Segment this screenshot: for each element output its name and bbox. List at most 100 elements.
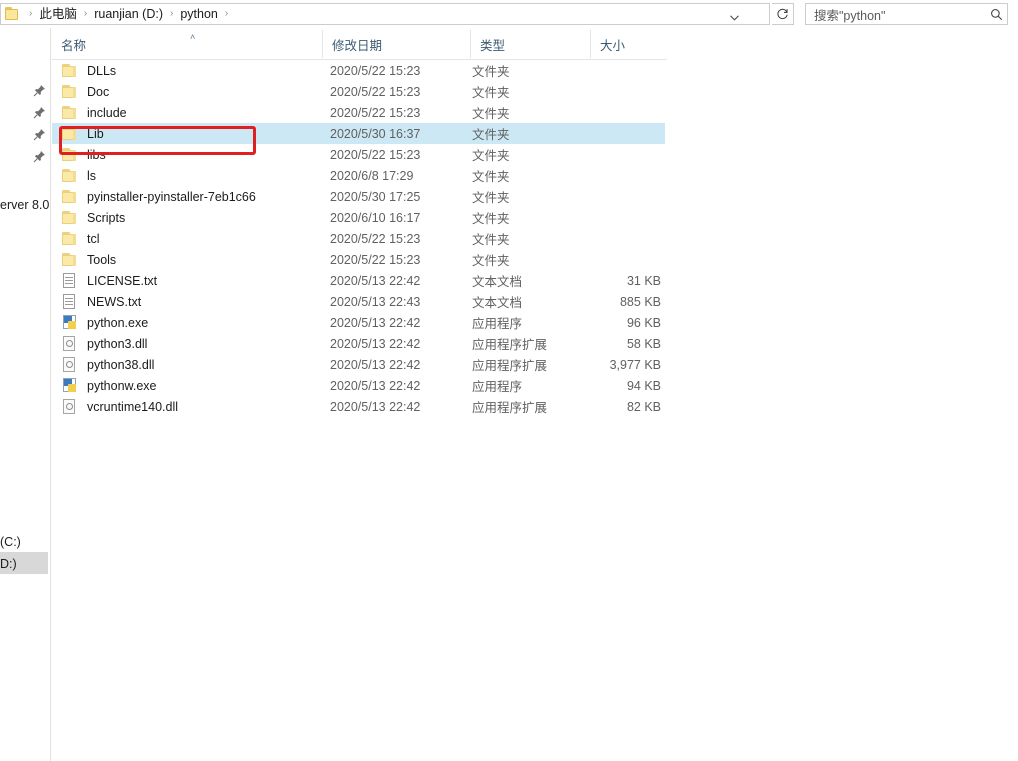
file-name-cell[interactable]: pythonw.exe: [62, 375, 157, 396]
file-type-cell: 文件夹: [472, 103, 510, 122]
file-name-label: pythonw.exe: [87, 379, 157, 393]
file-size-cell: 885 KB: [542, 295, 661, 309]
file-row[interactable]: Scripts 2020/6/10 16:17 文件夹: [52, 207, 665, 228]
file-row[interactable]: tcl2020/5/22 15:23文件夹: [52, 228, 665, 249]
column-header-3[interactable]: 大小: [590, 30, 667, 58]
file-name-cell[interactable]: Doc: [62, 81, 109, 102]
file-name-cell[interactable]: DLLs: [62, 60, 116, 81]
file-size-cell: 94 KB: [542, 379, 661, 393]
file-name-label: libs: [87, 148, 106, 162]
file-name-cell[interactable]: Scripts: [62, 207, 125, 228]
file-date-cell: 2020/5/22 15:23: [330, 148, 420, 162]
file-name-cell[interactable]: pyinstaller-pyinstaller-7eb1c66: [62, 186, 256, 207]
file-list[interactable]: DLLs2020/5/22 15:23文件夹Doc2020/5/22 15:23…: [52, 60, 1018, 761]
nav-item-label-1[interactable]: (C:): [0, 535, 21, 549]
breadcrumb-separator-0[interactable]: ›: [23, 4, 38, 24]
file-row[interactable]: pyinstaller-pyinstaller-7eb1c662020/5/30…: [52, 186, 665, 207]
file-date-cell: 2020/5/13 22:42: [330, 400, 420, 414]
folder-icon: [62, 105, 79, 120]
search-box[interactable]: 搜索"python": [805, 3, 1008, 25]
breadcrumb-separator-3[interactable]: ›: [219, 4, 234, 24]
address-bar[interactable]: › 此电脑 › ruanjian (D:) › python ›: [0, 3, 770, 25]
python-executable-icon: [62, 378, 79, 393]
file-size-cell: 3,977 KB: [542, 358, 661, 372]
file-row[interactable]: ls2020/6/8 17:29文件夹: [52, 165, 665, 186]
search-input[interactable]: 搜索"python": [814, 5, 985, 24]
file-row[interactable]: NEWS.txt2020/5/13 22:43文本文档885 KB: [52, 291, 665, 312]
file-date-cell: 2020/6/10 16:17: [330, 211, 420, 225]
file-row[interactable]: Doc2020/5/22 15:23文件夹: [52, 81, 665, 102]
file-name-cell[interactable]: include: [62, 102, 127, 123]
nav-item-label-2[interactable]: D:): [0, 557, 17, 571]
breadcrumb-separator-1[interactable]: ›: [78, 4, 93, 24]
file-row[interactable]: DLLs 2020/5/22 15:23 文件夹: [52, 60, 665, 81]
file-row[interactable]: include 2020/5/22 15:23 文件夹: [52, 102, 665, 123]
file-name-cell[interactable]: Lib: [62, 123, 104, 144]
breadcrumb-item-this-pc[interactable]: 此电脑: [38, 4, 78, 24]
breadcrumb-separator-2[interactable]: ›: [164, 4, 179, 24]
pin-icon[interactable]: [33, 128, 47, 142]
pin-icon[interactable]: [33, 84, 47, 98]
file-date-cell: 2020/5/22 15:23: [330, 106, 420, 120]
file-name-cell[interactable]: python3.dll: [62, 333, 147, 354]
column-header-1[interactable]: 修改日期: [322, 30, 470, 58]
search-icon[interactable]: [985, 8, 1007, 21]
file-type-cell: 文件夹: [472, 61, 510, 80]
file-type-cell: 文件夹: [472, 208, 510, 227]
text-document-icon: [62, 294, 79, 309]
file-name-label: NEWS.txt: [87, 295, 141, 309]
file-name-cell[interactable]: vcruntime140.dll: [62, 396, 178, 417]
folder-icon: [62, 231, 79, 246]
file-name-cell[interactable]: tcl: [62, 228, 100, 249]
folder-icon: [62, 210, 79, 225]
file-name-cell[interactable]: libs: [62, 144, 106, 165]
file-size-cell: 31 KB: [542, 274, 661, 288]
file-name-cell[interactable]: ls: [62, 165, 96, 186]
file-row[interactable]: Tools2020/5/22 15:23文件夹: [52, 249, 665, 270]
file-date-cell: 2020/6/8 17:29: [330, 169, 413, 183]
file-name-label: vcruntime140.dll: [87, 400, 178, 414]
breadcrumb-item-drive-d[interactable]: ruanjian (D:): [93, 4, 164, 24]
file-name-cell[interactable]: Tools: [62, 249, 116, 270]
folder-icon: [62, 126, 79, 141]
folder-icon: [62, 168, 79, 183]
chevron-down-icon[interactable]: [725, 8, 743, 28]
pin-icon[interactable]: [33, 150, 47, 164]
breadcrumb-item-python[interactable]: python: [179, 4, 219, 24]
navigation-pane[interactable]: erver 8.0 (C:) D:): [0, 28, 51, 761]
address-bar-row: › 此电脑 › ruanjian (D:) › python › 搜索"pyth…: [0, 0, 1018, 28]
file-row[interactable]: Lib2020/5/30 16:37文件夹: [52, 123, 665, 144]
file-name-label: python38.dll: [87, 358, 154, 372]
refresh-button[interactable]: [772, 3, 794, 25]
nav-item-label-0[interactable]: erver 8.0: [0, 198, 49, 212]
column-header-2[interactable]: 类型: [470, 30, 590, 58]
file-name-cell[interactable]: NEWS.txt: [62, 291, 141, 312]
file-date-cell: 2020/5/22 15:23: [330, 232, 420, 246]
file-row[interactable]: LICENSE.txt2020/5/13 22:42文本文档31 KB: [52, 270, 665, 291]
file-name-cell[interactable]: python.exe: [62, 312, 148, 333]
file-row[interactable]: python3.dll2020/5/13 22:42应用程序扩展58 KB: [52, 333, 665, 354]
file-name-cell[interactable]: python38.dll: [62, 354, 154, 375]
python-executable-icon: [62, 315, 79, 330]
file-row[interactable]: vcruntime140.dll2020/5/13 22:42应用程序扩展82 …: [52, 396, 665, 417]
file-date-cell: 2020/5/30 16:37: [330, 127, 420, 141]
file-name-cell[interactable]: LICENSE.txt: [62, 270, 157, 291]
file-row[interactable]: python38.dll2020/5/13 22:42应用程序扩展3,977 K…: [52, 354, 665, 375]
file-row[interactable]: libs2020/5/22 15:23文件夹: [52, 144, 665, 165]
file-type-cell: 应用程序: [472, 313, 522, 332]
column-header-0[interactable]: 名称: [52, 30, 322, 58]
file-name-label: LICENSE.txt: [87, 274, 157, 288]
file-name-label: python.exe: [87, 316, 148, 330]
file-row[interactable]: pythonw.exe2020/5/13 22:42应用程序94 KB: [52, 375, 665, 396]
file-name-label: DLLs: [87, 64, 116, 78]
file-date-cell: 2020/5/13 22:42: [330, 316, 420, 330]
file-type-cell: 文件夹: [472, 82, 510, 101]
file-date-cell: 2020/5/22 15:23: [330, 64, 420, 78]
pin-icon[interactable]: [33, 106, 47, 120]
refresh-icon: [776, 8, 789, 21]
folder-icon: [5, 7, 21, 21]
file-row[interactable]: python.exe2020/5/13 22:42应用程序96 KB: [52, 312, 665, 333]
file-date-cell: 2020/5/13 22:43: [330, 295, 420, 309]
dll-icon: [62, 336, 79, 351]
file-name-label: tcl: [87, 232, 100, 246]
